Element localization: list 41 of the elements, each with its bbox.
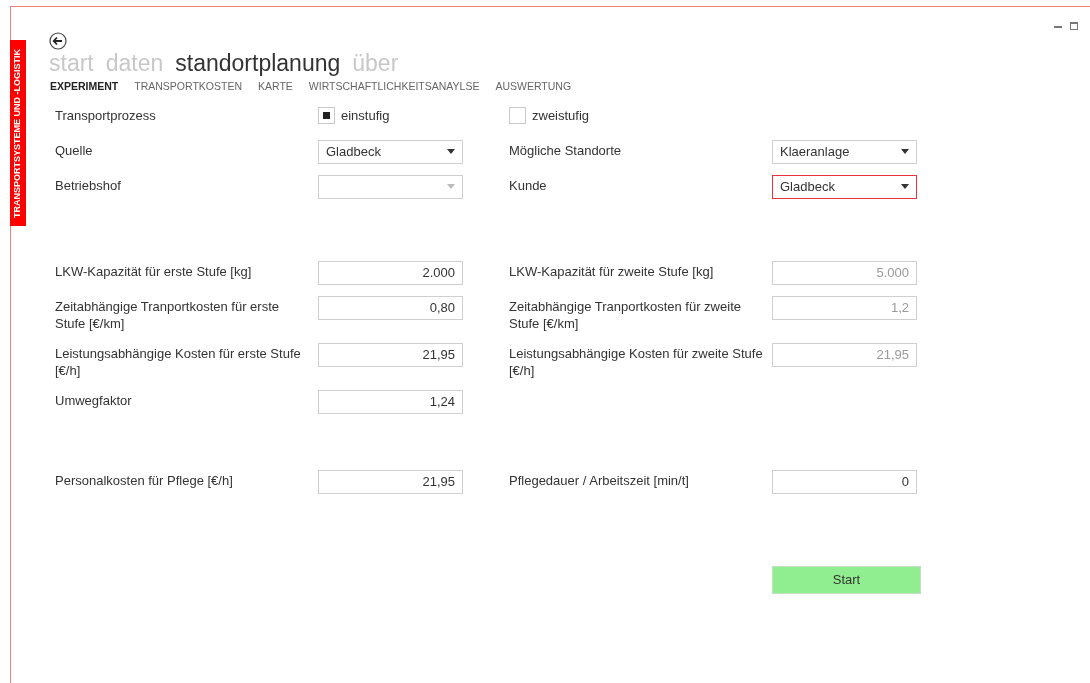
nav-item[interactable]: standortplanung	[175, 48, 341, 78]
start-button[interactable]: Start	[772, 565, 921, 594]
maximize-icon[interactable]	[1070, 22, 1078, 30]
checkbox[interactable]	[509, 107, 526, 125]
caret-icon	[901, 184, 909, 190]
tab[interactable]: AUSWERTUNG	[495, 79, 572, 95]
field-label: Betriebshof	[55, 176, 122, 194]
caret-icon	[447, 149, 455, 155]
tab[interactable]: TRANSPORTKOSTEN	[134, 79, 242, 95]
field-label: Personalkosten für Pflege [€/h]	[55, 471, 234, 489]
field-label: Zeitabhängige Tranportkosten für erste Stufe [€/km]	[55, 297, 281, 332]
field-label: Pflegedauer / Arbeitszeit [min/t]	[509, 471, 690, 489]
field-label: Kunde	[509, 176, 548, 194]
checkbox[interactable]	[318, 107, 335, 125]
dropdown[interactable]: Gladbeck	[772, 174, 917, 199]
checkbox-label: zweistufig	[532, 107, 590, 125]
input-field[interactable]: 21,95	[318, 469, 463, 494]
field-label: LKW-Kapazität für zweite Stufe [kg]	[509, 262, 715, 280]
input-field[interactable]: 1,24	[318, 389, 463, 414]
field-label: Zeitabhängige Tranportkosten für zweite Stufe [€/km]	[509, 297, 742, 332]
tab[interactable]: KARTE	[258, 79, 293, 95]
input-field[interactable]: 2.000	[318, 260, 463, 285]
input-field[interactable]: 0,80	[318, 295, 463, 320]
field-label: Umwegfaktor	[55, 391, 133, 409]
input-field[interactable]: 21,95	[318, 342, 463, 367]
tab[interactable]: WIRTSCHAFTLICHKEITSANAYLSE	[308, 79, 480, 95]
dropdown[interactable]: Klaeranlage	[772, 139, 917, 164]
caret-icon	[447, 184, 455, 190]
sidebar-label: TRANSPORTSYSTEME UND -LOGISTIK	[10, 40, 26, 226]
back-icon[interactable]	[49, 32, 67, 50]
tab[interactable]: EXPERIMENT	[50, 79, 119, 95]
field-label: Mögliche Standorte	[509, 141, 622, 159]
field-label: Transportprozess	[55, 106, 157, 124]
field-label: Leistungsabhängige Kosten für zweite Stufe [€/h]	[509, 344, 764, 379]
dropdown[interactable]: Gladbeck	[318, 139, 463, 164]
field-label: LKW-Kapazität für erste Stufe [kg]	[55, 262, 253, 280]
checkbox-label: einstufig	[341, 107, 390, 125]
input-field[interactable]: 0	[772, 469, 917, 494]
field-label: Quelle	[55, 141, 94, 159]
field-label: Leistungsabhängige Kosten für erste Stufe [€/h]	[55, 344, 302, 379]
caret-icon	[901, 149, 909, 155]
